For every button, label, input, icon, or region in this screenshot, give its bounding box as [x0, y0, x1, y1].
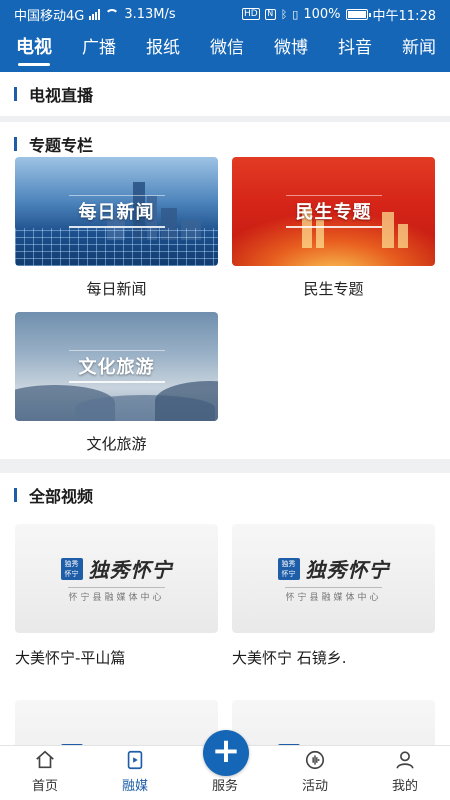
- carrier-text: 中国移动4G: [14, 8, 85, 24]
- special-card-daily-news[interactable]: 每日新闻 每日新闻: [15, 157, 218, 299]
- video-title[interactable]: 大美怀宁-平山篇: [15, 647, 218, 668]
- home-icon: [36, 750, 54, 769]
- tab-radio[interactable]: 广播: [66, 28, 130, 72]
- video-title[interactable]: 大美怀宁 石镜乡.: [232, 647, 435, 668]
- wifi-icon: [105, 9, 120, 19]
- all-videos-section-header: 全部视频: [0, 473, 450, 517]
- card-caption[interactable]: 民生专题: [232, 278, 435, 299]
- tab-news[interactable]: 新闻: [386, 28, 450, 72]
- nav-activity[interactable]: 活动: [270, 746, 360, 800]
- status-bar: 中国移动4G 3.13M/s HD N ᛒ ▯ 100% 中午11:28: [0, 0, 450, 28]
- brand-name: 独秀怀宁: [88, 558, 173, 582]
- video-card[interactable]: 独秀怀宁 独秀怀宁: [232, 700, 435, 745]
- nav-label: 服务: [211, 779, 238, 794]
- video-card[interactable]: 独秀 怀宁 独秀怀宁 怀宁县融媒体中心 大美怀宁 石镜乡.: [232, 524, 435, 668]
- hd-icon: HD: [241, 8, 260, 20]
- brand-logo-icon: 独秀怀宁: [277, 557, 300, 580]
- plus-icon[interactable]: +: [203, 730, 249, 776]
- nav-label: 我的: [391, 779, 418, 794]
- clock: 中午11:28: [372, 8, 436, 24]
- nav-label: 融媒: [121, 779, 148, 794]
- section-accent-bar: [14, 87, 17, 101]
- nav-media[interactable]: 融媒: [90, 746, 180, 800]
- special-card-culture-travel[interactable]: 文化旅游 文化旅游: [15, 312, 218, 454]
- battery-icon: [345, 8, 371, 20]
- card-caption[interactable]: 文化旅游: [15, 433, 218, 454]
- channel-tabs: 电视 广播 报纸 微信 微博 抖音 新闻: [0, 28, 450, 72]
- video-card[interactable]: 独秀 怀宁 独秀怀宁 怀宁县融媒体中心 大美怀宁-平山篇: [15, 524, 218, 668]
- top-bar: 中国移动4G 3.13M/s HD N ᛒ ▯ 100% 中午11:28 电视 …: [0, 0, 450, 72]
- thumbnail-title: 民生专题: [285, 195, 382, 228]
- nav-label: 活动: [301, 779, 328, 794]
- tab-douyin[interactable]: 抖音: [322, 28, 386, 72]
- section-title: 全部视频: [29, 487, 94, 506]
- vibrate-icon: ▯: [292, 7, 299, 21]
- tab-wechat[interactable]: 微信: [194, 28, 258, 72]
- video-thumbnail[interactable]: 独秀怀宁 独秀怀宁: [15, 700, 218, 745]
- building-shape: [382, 212, 394, 248]
- section-title: 专题专栏: [29, 136, 94, 155]
- media-icon: [127, 750, 143, 770]
- video-thumbnail[interactable]: 独秀 怀宁 独秀怀宁 怀宁县融媒体中心: [232, 524, 435, 633]
- daily-news-thumbnail[interactable]: 每日新闻: [15, 157, 218, 266]
- network-speed: 3.13M/s: [124, 6, 176, 22]
- tab-tv[interactable]: 电视: [0, 28, 66, 72]
- special-section: 专题专栏 每日新闻 每日新闻 民生专题 民生专题 文化旅游 文化旅游: [0, 122, 450, 459]
- culture-travel-thumbnail[interactable]: 文化旅游: [15, 312, 218, 421]
- section-accent-bar: [14, 488, 17, 502]
- video-thumbnail[interactable]: 独秀 怀宁 独秀怀宁 怀宁县融媒体中心: [15, 524, 218, 633]
- signal-icon: [89, 8, 101, 20]
- activity-icon: [305, 750, 325, 770]
- nav-home[interactable]: 首页: [0, 746, 90, 800]
- card-caption[interactable]: 每日新闻: [15, 278, 218, 299]
- live-section: 电视直播: [0, 72, 450, 116]
- thumbnail-title: 文化旅游: [68, 350, 165, 383]
- brand-logo-icon: 独秀怀宁: [60, 557, 83, 580]
- nfc-icon: N: [264, 8, 276, 20]
- nav-me[interactable]: 我的: [360, 746, 450, 800]
- mountain-shape: [155, 381, 218, 421]
- nav-label: 首页: [31, 779, 58, 794]
- section-title: 电视直播: [29, 86, 94, 105]
- bluetooth-icon: ᛒ: [280, 7, 288, 21]
- live-section-header[interactable]: 电视直播: [0, 72, 450, 116]
- section-accent-bar: [14, 137, 17, 151]
- video-card[interactable]: 独秀怀宁 独秀怀宁: [15, 700, 218, 745]
- thumbnail-title: 每日新闻: [68, 195, 165, 228]
- all-videos-section: 全部视频 独秀 怀宁 独秀怀宁 怀宁县融媒体中心 大美怀宁-平山篇 独秀 怀宁 独秀…: [0, 473, 450, 745]
- brand-subtitle: 怀宁县融媒体中心: [285, 587, 382, 603]
- user-icon: [396, 751, 414, 769]
- livelihood-thumbnail[interactable]: 民生专题: [232, 157, 435, 266]
- tab-newspaper[interactable]: 报纸: [130, 28, 194, 72]
- tab-weibo[interactable]: 微博: [258, 28, 322, 72]
- brand-name: 独秀怀宁: [305, 558, 390, 582]
- special-card-livelihood[interactable]: 民生专题 民生专题: [232, 157, 435, 299]
- brand-subtitle: 怀宁县融媒体中心: [68, 587, 165, 603]
- building-shape: [398, 224, 408, 248]
- digital-grid-image: [15, 228, 218, 266]
- battery-percent: 100%: [303, 6, 341, 22]
- video-thumbnail[interactable]: 独秀怀宁 独秀怀宁: [232, 700, 435, 745]
